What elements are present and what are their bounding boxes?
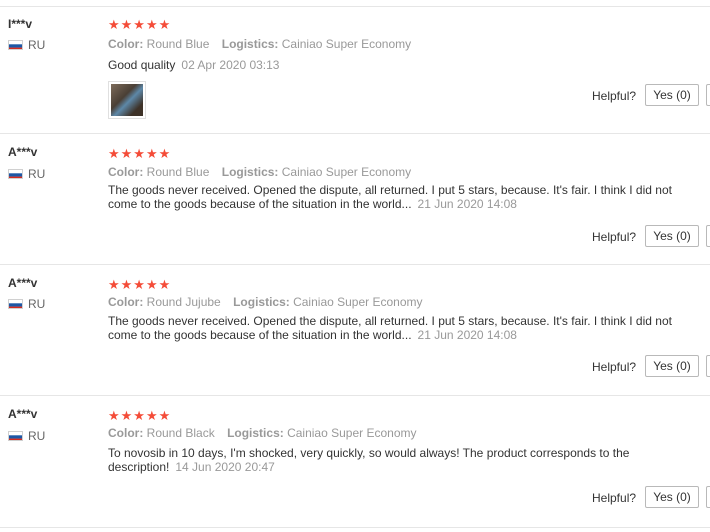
- helpful-yes-button[interactable]: Yes (0): [645, 225, 699, 247]
- helpful-label: Helpful?: [592, 491, 637, 505]
- color-label: Color:: [108, 426, 144, 440]
- helpful-label: Helpful?: [592, 230, 637, 244]
- logistics-label: Logistics:: [221, 165, 279, 179]
- review-body: The goods never received. Opened the dis…: [108, 314, 688, 342]
- russia-flag-icon: [8, 299, 23, 309]
- helpful-no-button[interactable]: [706, 84, 710, 106]
- logistics-label: Logistics:: [227, 426, 284, 440]
- review-item: I***v RU ★★★★★ Color: Round Blue Logisti…: [0, 6, 710, 134]
- review-date: 02 Apr 2020 03:13: [181, 58, 280, 72]
- color-value: Round Black: [146, 426, 215, 440]
- logistics-value: Cainiao Super Economy: [281, 165, 412, 179]
- review-date: 21 Jun 2020 14:08: [417, 197, 517, 211]
- reviewer-country: RU: [8, 429, 45, 443]
- reviewer-country: RU: [8, 297, 45, 311]
- review-date: 21 Jun 2020 14:08: [417, 328, 517, 342]
- reviewer-country: RU: [8, 38, 45, 52]
- color-label: Color:: [108, 295, 144, 309]
- russia-flag-icon: [8, 40, 23, 50]
- color-value: Round Blue: [146, 165, 210, 179]
- review-photo-thumbnail[interactable]: [108, 81, 146, 119]
- helpful-yes-button[interactable]: Yes (0): [645, 84, 699, 106]
- helpful-label: Helpful?: [592, 360, 637, 374]
- logistics-label: Logistics:: [221, 37, 279, 51]
- country-code: RU: [28, 38, 46, 52]
- helpful-no-button[interactable]: [706, 486, 710, 508]
- helpful-yes-button[interactable]: Yes (0): [645, 355, 699, 377]
- review-body: The goods never received. Opened the dis…: [108, 183, 688, 211]
- reviewer-name: A***v: [8, 276, 38, 290]
- star-rating: ★★★★★: [108, 17, 172, 32]
- helpful-no-button[interactable]: [706, 225, 710, 247]
- review-text: The goods never received. Opened the dis…: [108, 183, 672, 211]
- color-value: Round Jujube: [146, 295, 221, 309]
- review-date: 14 Jun 2020 20:47: [175, 460, 275, 474]
- helpful-yes-button[interactable]: Yes (0): [645, 486, 699, 508]
- review-item: A***v RU ★★★★★ Color: Round Black Logist…: [0, 395, 710, 528]
- review-photo: [111, 84, 143, 116]
- review-item: A***v RU ★★★★★ Color: Round Jujube Logis…: [0, 264, 710, 396]
- review-text: The goods never received. Opened the dis…: [108, 314, 672, 342]
- country-code: RU: [28, 167, 46, 181]
- logistics-value: Cainiao Super Economy: [287, 426, 417, 440]
- star-rating: ★★★★★: [108, 408, 172, 423]
- review-item: A***v RU ★★★★★ Color: Round Blue Logisti…: [0, 133, 710, 265]
- reviewer-country: RU: [8, 167, 45, 181]
- reviewer-name: A***v: [8, 407, 38, 421]
- helpful-no-button[interactable]: [706, 355, 710, 377]
- review-body: Good quality 02 Apr 2020 03:13: [108, 58, 688, 72]
- review-attributes: Color: Round Blue Logistics: Cainiao Sup…: [108, 37, 411, 51]
- star-rating: ★★★★★: [108, 277, 172, 292]
- review-text: Good quality: [108, 58, 176, 72]
- reviewer-name: I***v: [8, 17, 33, 31]
- reviewer-name: A***v: [8, 145, 38, 159]
- logistics-value: Cainiao Super Economy: [293, 295, 423, 309]
- review-body: To novosib in 10 days, I'm shocked, very…: [108, 446, 668, 474]
- country-code: RU: [28, 429, 46, 443]
- review-attributes: Color: Round Blue Logistics: Cainiao Sup…: [108, 165, 411, 179]
- logistics-value: Cainiao Super Economy: [281, 37, 412, 51]
- russia-flag-icon: [8, 169, 23, 179]
- country-code: RU: [28, 297, 46, 311]
- review-attributes: Color: Round Jujube Logistics: Cainiao S…: [108, 295, 423, 309]
- russia-flag-icon: [8, 431, 23, 441]
- helpful-label: Helpful?: [592, 89, 637, 103]
- logistics-label: Logistics:: [233, 295, 290, 309]
- color-label: Color:: [108, 165, 144, 179]
- color-value: Round Blue: [146, 37, 210, 51]
- color-label: Color:: [108, 37, 144, 51]
- star-rating: ★★★★★: [108, 146, 172, 161]
- review-attributes: Color: Round Black Logistics: Cainiao Su…: [108, 426, 416, 440]
